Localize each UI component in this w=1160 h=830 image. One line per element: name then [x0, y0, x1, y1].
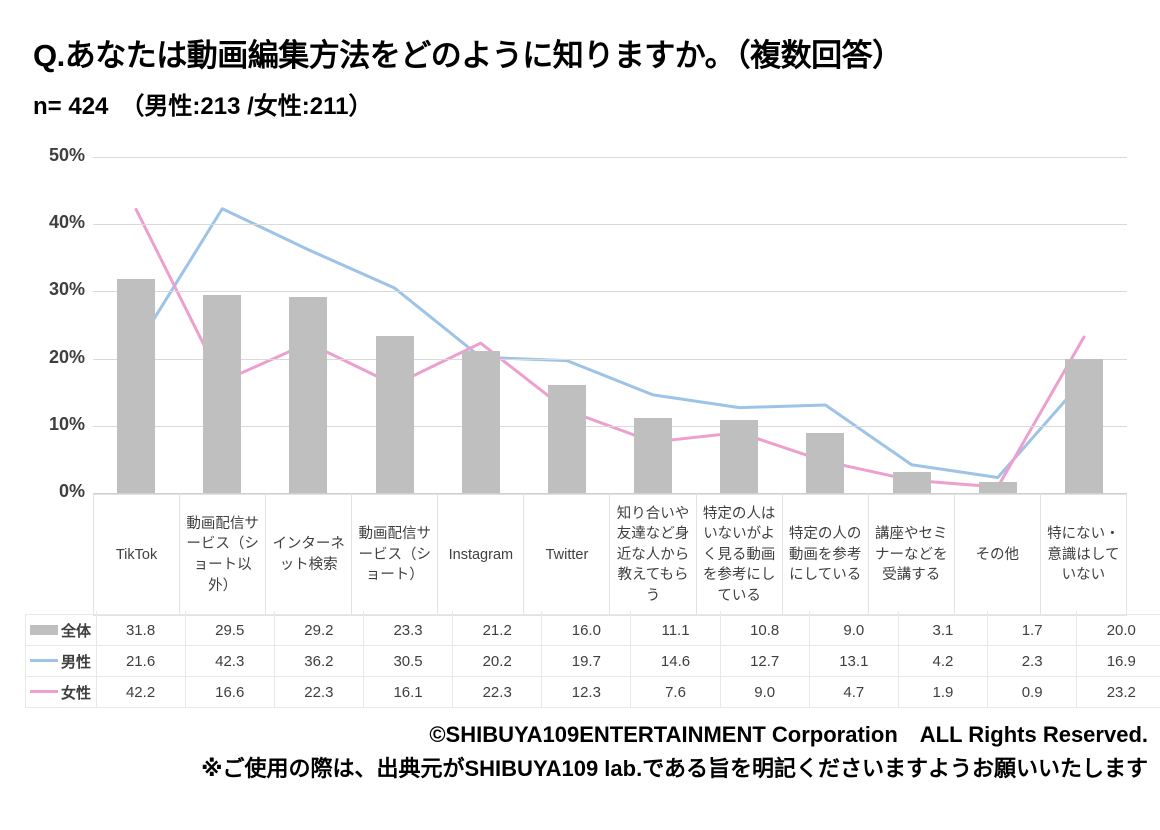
data-cell: 9.0 — [719, 676, 810, 708]
gridline — [93, 224, 1127, 226]
category-label-table: TikTok 動画配信サービス（ショート以外） インターネット検索 動画配信サービス（… — [92, 494, 1128, 616]
gridline — [93, 157, 1127, 158]
data-cell: 23.2 — [1076, 676, 1160, 708]
data-cell: 23.3 — [362, 614, 454, 646]
bar-5 — [547, 385, 586, 493]
data-cell: 29.2 — [273, 614, 364, 646]
category-label-row: TikTok 動画配信サービス（ショート以外） インターネット検索 動画配信サービス（… — [92, 494, 1128, 616]
bar-8 — [806, 432, 845, 493]
category-label-cell: 特定の人はいないがよく見る動画を参考にしている — [695, 494, 783, 616]
chart-data-table: 全体 31.8 29.5 29.2 23.3 21.2 16.0 11.1 10.8 9.0 3.1… — [25, 611, 1160, 708]
gridline — [93, 291, 1127, 293]
page-subtitle: n= 424 （男性:213 /女性:211） — [33, 93, 373, 120]
data-cell: 16.0 — [541, 614, 632, 646]
data-cell: 7.6 — [630, 676, 721, 708]
data-cell: 30.5 — [362, 645, 454, 677]
bar-9 — [892, 472, 931, 493]
footer-copyright: ©SHIBUYA109ENTERTAINMENT Corporation ALL… — [429, 722, 1148, 747]
data-cell: 9.0 — [808, 614, 899, 646]
data-cell: 4.2 — [897, 645, 989, 677]
gridline — [93, 358, 1127, 360]
bar-4 — [461, 350, 500, 493]
legend-bar-swatch-icon — [30, 625, 58, 635]
bar-1 — [203, 294, 242, 493]
y-axis-tick-label: 0% — [58, 481, 85, 501]
data-cell: 20.0 — [1076, 614, 1160, 646]
data-cell: 42.3 — [184, 645, 275, 677]
page-title: Q.あなたは動画編集方法をどのように知りますか。（複数回答） — [33, 38, 903, 73]
table-row: 全体 31.8 29.5 29.2 23.3 21.2 16.0 11.1 10.8 9.0 3.1… — [25, 614, 1160, 646]
chart-plot-area — [93, 157, 1127, 493]
bar-7 — [720, 420, 759, 493]
data-cell: 12.7 — [719, 645, 810, 677]
category-label-cell: インターネット検索 — [265, 494, 353, 616]
y-axis-tick-label: 10% — [48, 413, 85, 434]
data-cell: 42.2 — [95, 676, 186, 708]
y-axis-tick-label: 20% — [48, 346, 85, 367]
data-cell: 1.7 — [987, 614, 1078, 646]
data-cell: 1.9 — [897, 676, 989, 708]
data-cell: 29.5 — [184, 614, 275, 646]
data-cell: 22.3 — [273, 676, 364, 708]
legend-label: 男性 — [61, 653, 92, 671]
data-cell: 12.3 — [541, 676, 632, 708]
data-cell: 21.6 — [95, 645, 186, 677]
data-cell: 36.2 — [273, 645, 364, 677]
data-cell: 13.1 — [808, 645, 899, 677]
bar-0 — [117, 279, 156, 493]
y-axis-tick-label: 50% — [48, 145, 85, 165]
category-label-cell: TikTok — [92, 494, 181, 616]
bar-3 — [375, 336, 414, 493]
legend-item-2: 男性 — [25, 645, 97, 677]
data-cell: 21.2 — [452, 614, 543, 646]
category-label-cell: その他 — [953, 494, 1041, 616]
category-label-cell: 特にない・意識はしていない — [1039, 494, 1128, 616]
table-row: 男性 21.6 42.3 36.2 30.5 20.2 19.7 14.6 12.7 13.1 4.… — [25, 645, 1160, 677]
y-axis-tick-label: 30% — [48, 279, 85, 300]
data-cell: 20.2 — [452, 645, 543, 677]
line-series-1 — [134, 207, 1086, 480]
legend-item-1: 全体 — [25, 614, 97, 646]
data-cell: 16.6 — [184, 676, 275, 708]
footer: ©SHIBUYA109ENTERTAINMENT Corporation ALL… — [0, 718, 1148, 786]
legend-label: 女性 — [61, 684, 92, 702]
legend-item-3: 女性 — [25, 676, 97, 708]
chart-line-layer — [134, 207, 1086, 489]
data-cell: 19.7 — [541, 645, 632, 677]
footer-notice: ※ご使用の際は、出典元がSHIBUYA109 lab.である旨を明記くださいます… — [201, 756, 1148, 782]
bar-10 — [978, 481, 1017, 493]
category-label-cell: Instagram — [437, 494, 525, 616]
category-label-cell: 動画配信サービス（ショート以外） — [179, 494, 267, 616]
data-cell: 2.3 — [987, 645, 1078, 677]
bar-11 — [1064, 358, 1103, 493]
data-cell: 10.8 — [719, 614, 810, 646]
y-axis: 0% 10% 20% 30% 40% 50% — [25, 145, 85, 501]
gridline — [93, 425, 1127, 427]
category-label-cell: 知り合いや友達など身近な人から教えてもらう — [609, 494, 697, 616]
legend-line-swatch-icon — [30, 689, 58, 693]
data-cell: 0.9 — [987, 676, 1078, 708]
line-series-2 — [134, 207, 1086, 489]
data-cell: 16.1 — [362, 676, 454, 708]
table-row: 女性 42.2 16.6 22.3 16.1 22.3 12.3 7.6 9.0 4.7 1.9 0.… — [25, 676, 1160, 708]
y-axis-tick-label: 40% — [48, 212, 85, 233]
data-cell: 31.8 — [95, 614, 186, 646]
legend-label: 全体 — [61, 622, 92, 640]
category-label-cell: Twitter — [523, 494, 611, 616]
data-cell: 3.1 — [897, 614, 989, 646]
data-cell: 14.6 — [630, 645, 721, 677]
data-cell: 16.9 — [1076, 645, 1160, 677]
bar-6 — [634, 418, 673, 493]
data-cell: 11.1 — [630, 614, 721, 646]
bar-2 — [289, 296, 328, 493]
category-label-cell: 動画配信サービス（ショート） — [351, 494, 439, 616]
data-cell: 4.7 — [808, 676, 899, 708]
category-label-cell: 講座やセミナーなどを受講する — [867, 494, 955, 616]
category-label-cell: 特定の人の動画を参考にしている — [781, 494, 869, 616]
legend-line-swatch-icon — [30, 658, 58, 662]
data-cell: 22.3 — [452, 676, 543, 708]
